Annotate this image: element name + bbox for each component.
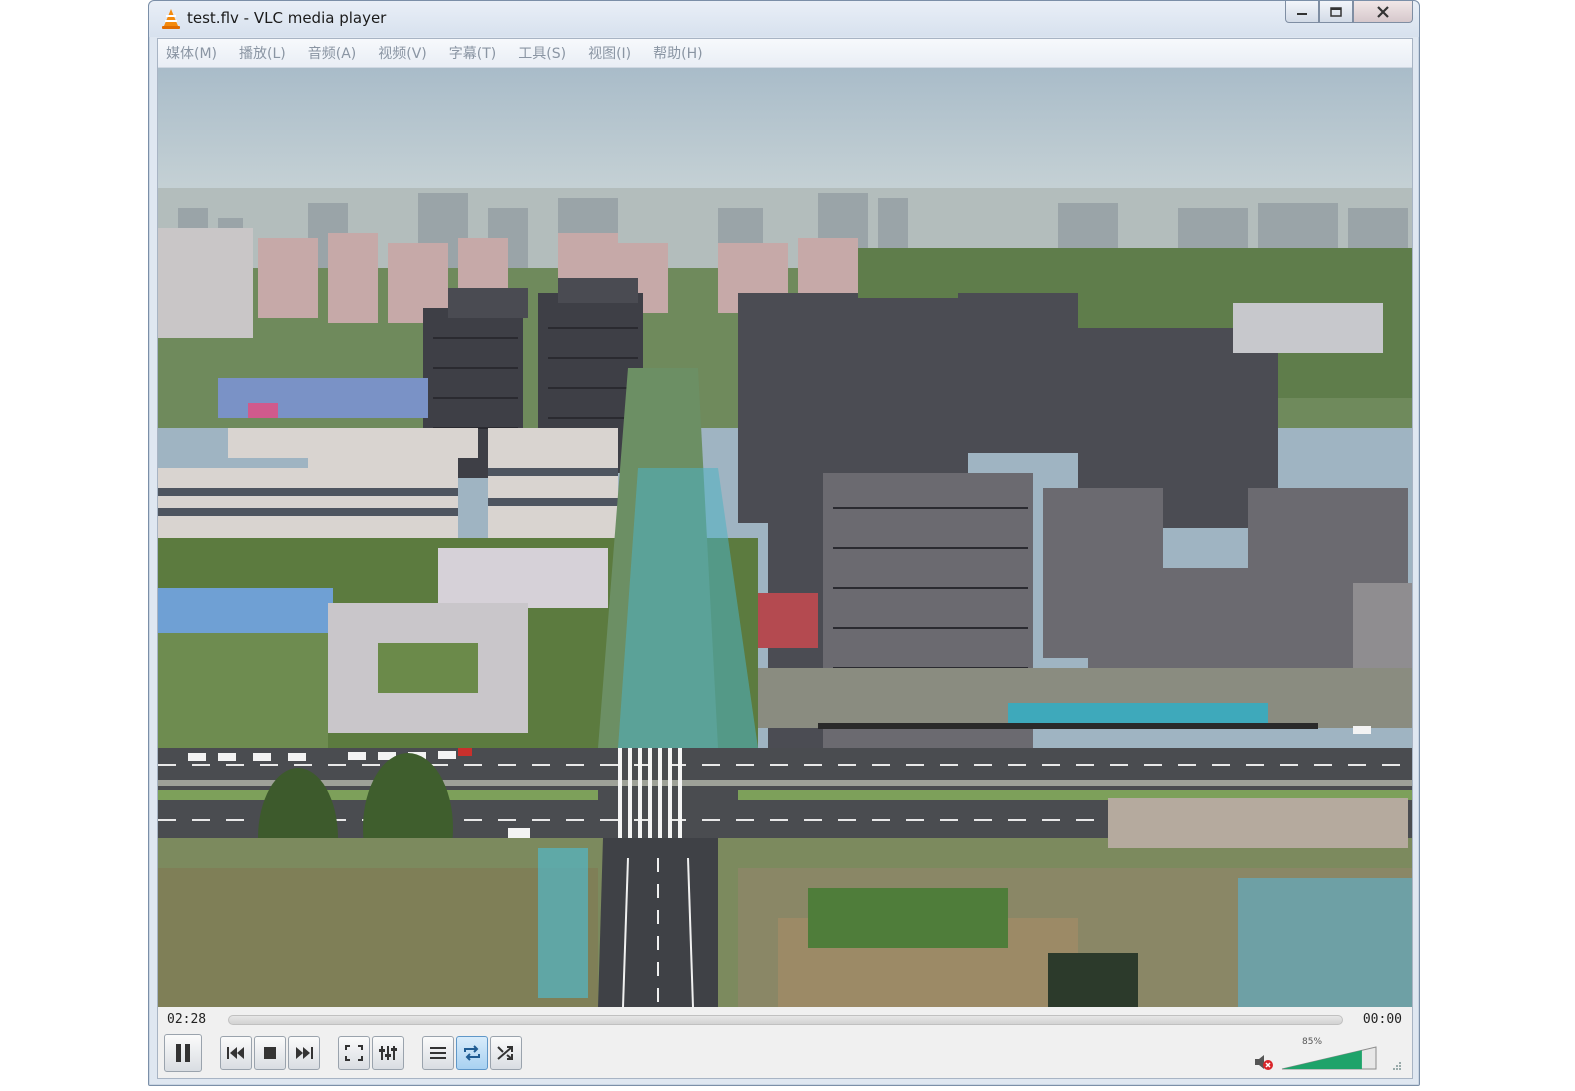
previous-icon bbox=[227, 1047, 244, 1059]
playlist-icon bbox=[430, 1047, 446, 1059]
playlist-button[interactable] bbox=[422, 1036, 454, 1070]
shuffle-button[interactable] bbox=[490, 1036, 522, 1070]
shuffle-icon bbox=[497, 1046, 513, 1060]
minimize-button[interactable] bbox=[1285, 1, 1319, 23]
previous-button[interactable] bbox=[220, 1036, 252, 1070]
volume-area: 85% bbox=[1254, 1037, 1404, 1075]
menu-tools[interactable]: 工具(S) bbox=[518, 43, 566, 63]
video-frame[interactable] bbox=[158, 68, 1412, 1007]
minimize-icon bbox=[1297, 12, 1307, 15]
resize-grip-icon[interactable] bbox=[1392, 1061, 1402, 1071]
seek-row: 02:28 00:00 bbox=[158, 1009, 1412, 1031]
elapsed-time[interactable]: 02:28 bbox=[167, 1012, 206, 1027]
maximize-button[interactable] bbox=[1319, 1, 1353, 23]
remaining-time[interactable]: 00:00 bbox=[1363, 1012, 1402, 1027]
player-body: 媒体(M) 播放(L) 音频(A) 视频(V) 字幕(T) 工具(S) 视图(I… bbox=[157, 38, 1413, 1079]
next-button[interactable] bbox=[288, 1036, 320, 1070]
pause-icon bbox=[176, 1044, 190, 1062]
menu-video[interactable]: 视频(V) bbox=[378, 43, 427, 63]
loop-icon bbox=[464, 1045, 480, 1061]
menu-media[interactable]: 媒体(M) bbox=[166, 43, 217, 63]
loop-button[interactable] bbox=[456, 1036, 488, 1070]
control-bar: 85% bbox=[158, 1031, 1412, 1079]
pause-button[interactable] bbox=[164, 1034, 202, 1072]
vlc-cone-icon bbox=[162, 9, 180, 29]
stop-icon bbox=[264, 1047, 276, 1059]
menu-bar: 媒体(M) 播放(L) 音频(A) 视频(V) 字幕(T) 工具(S) 视图(I… bbox=[158, 39, 1412, 68]
fullscreen-button[interactable] bbox=[338, 1036, 370, 1070]
title-bar[interactable]: test.flv - VLC media player bbox=[149, 1, 1419, 37]
menu-audio[interactable]: 音频(A) bbox=[308, 43, 357, 63]
volume-slider[interactable] bbox=[1280, 1045, 1380, 1071]
window-title: test.flv - VLC media player bbox=[187, 9, 387, 27]
close-button[interactable] bbox=[1353, 1, 1413, 23]
close-icon bbox=[1377, 5, 1389, 18]
menu-view[interactable]: 视图(I) bbox=[588, 43, 631, 63]
next-icon bbox=[296, 1047, 313, 1059]
speaker-muted-icon[interactable] bbox=[1254, 1053, 1274, 1071]
extended-settings-button[interactable] bbox=[372, 1036, 404, 1070]
aerial-city-scene bbox=[158, 68, 1412, 1007]
stop-button[interactable] bbox=[254, 1036, 286, 1070]
extended-settings-icon bbox=[379, 1046, 397, 1060]
seek-slider[interactable] bbox=[228, 1015, 1343, 1025]
menu-subtitle[interactable]: 字幕(T) bbox=[449, 43, 496, 63]
fullscreen-icon bbox=[345, 1045, 363, 1061]
restore-icon bbox=[1330, 6, 1342, 17]
menu-help[interactable]: 帮助(H) bbox=[653, 43, 702, 63]
vlc-window: test.flv - VLC media player 媒体(M) 播放(L) … bbox=[148, 0, 1420, 1086]
menu-playback[interactable]: 播放(L) bbox=[239, 43, 286, 63]
